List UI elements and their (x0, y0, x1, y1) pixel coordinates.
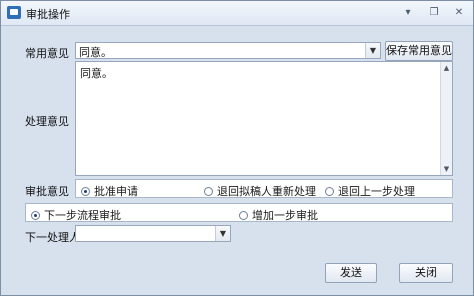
app-icon (7, 6, 21, 19)
radio-add-step-label: 增加一步审批 (252, 209, 318, 222)
scroll-up-icon[interactable]: ▲ (441, 62, 452, 74)
next-handler-label: 下一处理人 (25, 231, 80, 244)
radio-approve-label: 批准申请 (94, 185, 138, 198)
handling-opinion-value: 同意。 (80, 67, 113, 80)
radio-next-step-flow-indicator[interactable] (31, 210, 40, 220)
handling-opinion-label: 处理意见 (25, 115, 69, 128)
radio-return-drafter[interactable]: 退回拟稿人重新处理 (204, 183, 316, 199)
next-step-group: 下一步流程审批 增加一步审批 (25, 203, 453, 222)
approval-opinion-group: 批准申请 退回拟稿人重新处理 退回上一步处理 (75, 179, 453, 198)
radio-approve-indicator[interactable] (81, 186, 90, 196)
next-handler-combo[interactable]: ▼ (75, 225, 231, 242)
radio-approve[interactable]: 批准申请 (81, 183, 138, 199)
radio-add-step[interactable]: 增加一步审批 (239, 207, 318, 223)
radio-return-drafter-indicator[interactable] (204, 186, 213, 196)
radio-next-step-flow[interactable]: 下一步流程审批 (31, 207, 121, 223)
radio-return-previous[interactable]: 退回上一步处理 (325, 183, 415, 199)
pin-icon[interactable]: ▾ (401, 7, 415, 19)
restore-icon[interactable]: ❐ (427, 7, 441, 19)
scroll-down-icon[interactable]: ▼ (441, 163, 452, 175)
chevron-down-icon[interactable]: ▼ (365, 43, 380, 58)
common-opinion-value: 同意。 (79, 46, 112, 59)
radio-return-previous-indicator[interactable] (325, 186, 334, 196)
common-opinion-label: 常用意见 (25, 47, 69, 60)
title-bar[interactable]: 审批操作 ▾ ❐ ✕ (1, 1, 473, 26)
window-title: 审批操作 (26, 8, 70, 21)
radio-next-step-flow-label: 下一步流程审批 (44, 209, 121, 222)
approval-dialog: 审批操作 ▾ ❐ ✕ 常用意见 同意。 ▼ 保存常用意见 处理意见 同意。 ▲ … (0, 0, 474, 296)
radio-add-step-indicator[interactable] (239, 210, 248, 220)
radio-return-previous-label: 退回上一步处理 (338, 185, 415, 198)
common-opinion-combo[interactable]: 同意。 ▼ (75, 42, 381, 59)
send-button[interactable]: 发送 (325, 263, 377, 283)
close-icon[interactable]: ✕ (452, 7, 466, 19)
approval-opinion-label: 审批意见 (25, 185, 69, 198)
chevron-down-icon[interactable]: ▼ (215, 226, 230, 241)
handling-opinion-textarea[interactable]: 同意。 ▲ ▼ (75, 61, 453, 176)
radio-return-drafter-label: 退回拟稿人重新处理 (217, 185, 316, 198)
close-button[interactable]: 关闭 (399, 263, 453, 283)
save-common-opinion-button[interactable]: 保存常用意见 (385, 41, 453, 61)
vertical-scrollbar[interactable]: ▲ ▼ (440, 62, 452, 175)
